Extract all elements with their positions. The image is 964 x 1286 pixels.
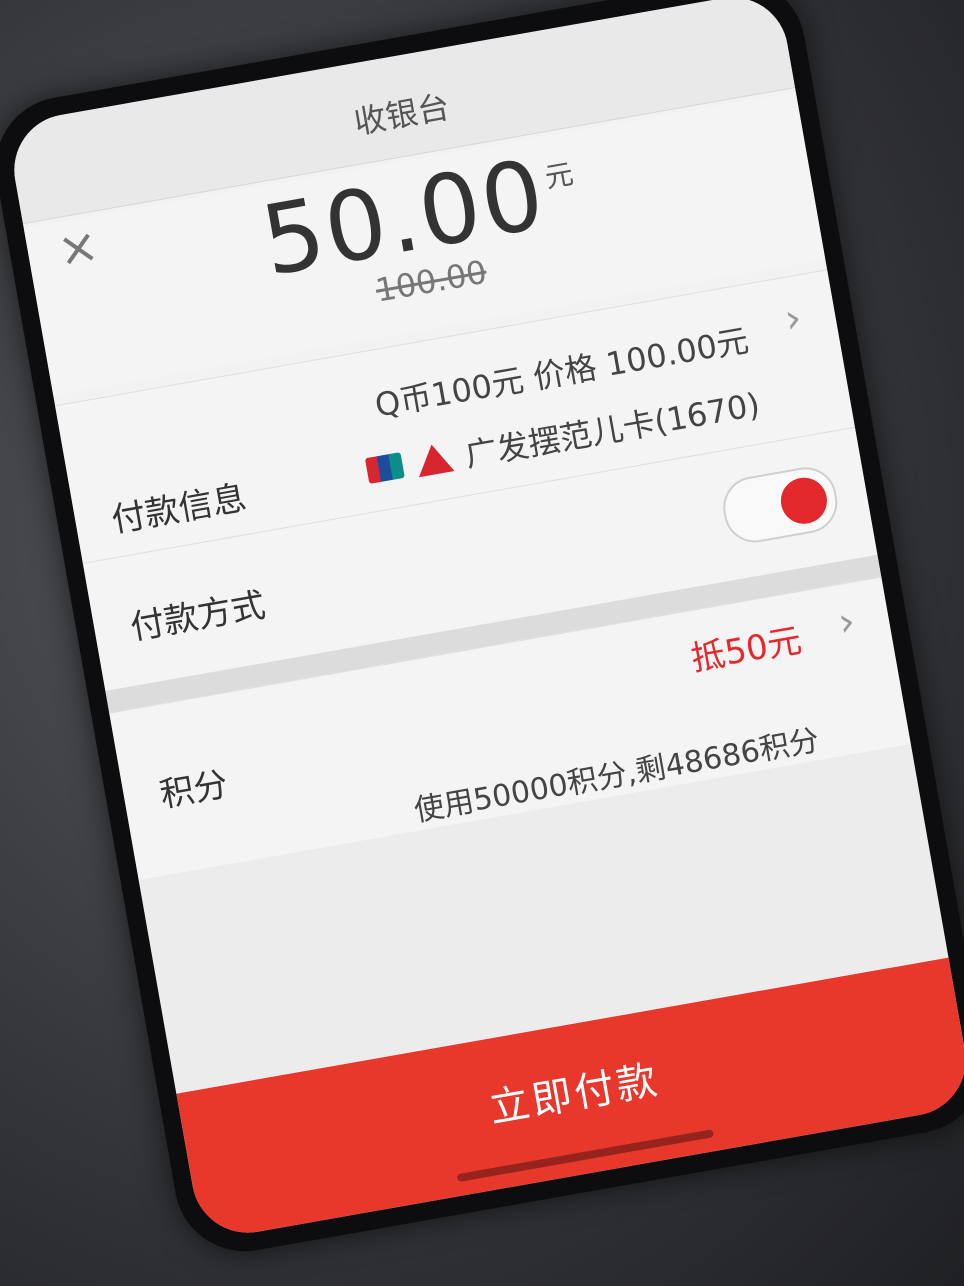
payment-method-label: 付款方式	[127, 585, 269, 649]
points-deduction: 抵50元	[688, 620, 805, 680]
amount-unit: 元	[542, 157, 576, 195]
chevron-right-icon: ›	[781, 294, 806, 343]
toggle-knob	[777, 474, 831, 528]
points-label: 积分	[156, 764, 231, 816]
close-icon[interactable]: ×	[53, 217, 102, 279]
unionpay-icon	[364, 452, 405, 485]
payment-info-label: 付款信息	[108, 477, 250, 541]
chevron-right-icon: ›	[834, 598, 859, 647]
points-toggle[interactable]	[718, 462, 843, 548]
bank-logo-icon	[413, 441, 455, 478]
